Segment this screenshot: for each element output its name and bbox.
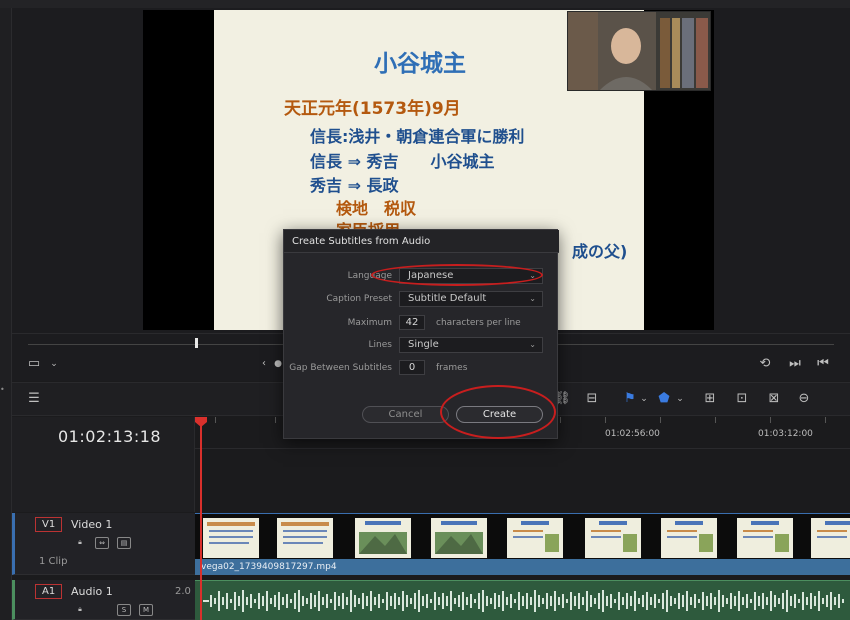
ruler-tick: [215, 417, 216, 423]
maximum-label: Maximum: [347, 318, 392, 328]
slide-line: 成の父): [572, 242, 628, 261]
chevron-down-icon: ⌄: [529, 271, 536, 280]
chevron-down-icon[interactable]: ⌄: [672, 391, 688, 407]
video-clip[interactable]: [195, 513, 850, 559]
ruler-tick: [715, 417, 716, 423]
rail-marker: •: [0, 385, 5, 394]
chevron-down-icon: ⌄: [529, 294, 536, 303]
video-clip-name[interactable]: vega02_1739409817297.mp4: [195, 559, 850, 575]
chevron-down-icon: ⌄: [529, 340, 536, 349]
track-header-audio: A1 Audio 1 2.0 🔒︎ S M: [12, 580, 195, 620]
zoom-detail-icon[interactable]: ⊡: [734, 391, 750, 407]
clip-thumbnail: [507, 518, 563, 558]
caption-preset-label: Caption Preset: [326, 294, 392, 304]
maximum-unit: characters per line: [436, 318, 521, 328]
zoom-full-icon[interactable]: ⊞: [702, 391, 718, 407]
track-id-a1[interactable]: A1: [35, 584, 63, 599]
lines-select[interactable]: Single ⌄: [399, 337, 543, 353]
playhead-line[interactable]: [200, 420, 202, 620]
language-value: Japanese: [408, 270, 454, 281]
ruler-label: 01:02:56:00: [605, 429, 660, 439]
caption-preset-select[interactable]: Subtitle Default ⌄: [399, 291, 543, 307]
clip-thumbnail: [811, 518, 850, 558]
ruler-tick: [275, 417, 276, 423]
track-lock-icon[interactable]: 🔒︎: [73, 537, 87, 549]
mute-button[interactable]: M: [139, 604, 153, 616]
zoom-custom-icon[interactable]: ⊠: [766, 391, 782, 407]
chevron-down-icon[interactable]: ⌄: [636, 391, 652, 407]
disable-video-icon[interactable]: ▤: [117, 537, 131, 549]
audio-clip[interactable]: [195, 580, 850, 620]
gap-label: Gap Between Subtitles: [289, 363, 392, 373]
caption-preset-value: Subtitle Default: [408, 293, 487, 304]
clip-thumbnail: [203, 518, 259, 558]
slide-line: 検地 税収: [336, 199, 417, 218]
davinci-resolve-window: • 小谷城主 天正元年(1573年)9月 信長:浅井・朝倉連合軍に勝利 信長 ⇒…: [0, 0, 850, 620]
clip-thumbnail: [431, 518, 487, 558]
lock-icon[interactable]: ⊟: [584, 391, 600, 407]
marker-icon[interactable]: ⬟: [656, 391, 672, 407]
ruler-tick: [770, 417, 771, 423]
track-header-video: V1 Video 1 🔒︎ ⇔ ▤ 1 Clip: [12, 513, 195, 575]
ruler-tick: [825, 417, 826, 423]
create-subtitles-dialog: Create Subtitles from Audio Language Jap…: [283, 229, 559, 439]
audio-level: 2.0: [175, 586, 191, 597]
empty-track-area: [195, 449, 850, 512]
create-button[interactable]: Create: [456, 406, 543, 423]
language-label: Language: [347, 271, 392, 281]
audio-waveform: [203, 590, 844, 612]
ruler-label: 01:03:12:00: [758, 429, 813, 439]
cancel-button[interactable]: Cancel: [362, 406, 449, 423]
slide-date: 天正元年(1573年)9月: [284, 99, 461, 119]
webcam-image: [568, 12, 710, 90]
track-name-audio[interactable]: Audio 1: [71, 585, 113, 598]
clip-thumbnail: [661, 518, 717, 558]
maximum-input[interactable]: 42: [399, 315, 425, 330]
language-select[interactable]: Japanese ⌄: [399, 268, 543, 284]
clip-thumbnail: [585, 518, 641, 558]
viewer-layout-icon[interactable]: ▭: [26, 356, 42, 372]
scrub-handle[interactable]: [195, 338, 198, 348]
next-frame-icon[interactable]: ⏭: [787, 356, 803, 372]
clip-thumbnail: [737, 518, 793, 558]
timecode-panel: 01:02:13:18: [12, 417, 195, 512]
clip-count: 1 Clip: [39, 556, 68, 567]
timeline-timecode[interactable]: 01:02:13:18: [58, 427, 161, 446]
lines-value: Single: [408, 339, 439, 350]
loop-icon[interactable]: ⟲: [757, 356, 773, 372]
ruler-tick: [605, 417, 606, 423]
left-rail: •: [0, 8, 12, 620]
clip-thumbnail: [277, 518, 333, 558]
gap-unit: frames: [436, 363, 468, 373]
slide-line: 秀吉 ⇒ 長政: [310, 176, 399, 195]
webcam-overlay: [567, 11, 711, 91]
timeline-options-icon[interactable]: ☰: [26, 391, 42, 407]
ruler-tick: [560, 417, 561, 423]
slide-line: 信長:浅井・朝倉連合軍に勝利: [310, 127, 525, 146]
auto-select-icon[interactable]: ⇔: [95, 537, 109, 549]
track-name-video[interactable]: Video 1: [71, 518, 112, 531]
solo-button[interactable]: S: [117, 604, 131, 616]
zoom-out-icon[interactable]: ⊖: [796, 391, 812, 407]
track-lock-icon[interactable]: 🔒︎: [73, 604, 87, 616]
slide-title: 小谷城主: [374, 51, 466, 77]
dialog-title: Create Subtitles from Audio: [284, 230, 559, 253]
gap-input[interactable]: 0: [399, 360, 425, 375]
clip-thumbnail: [355, 518, 411, 558]
lines-label: Lines: [368, 340, 392, 350]
ruler-tick: [660, 417, 661, 423]
track-id-v1[interactable]: V1: [35, 517, 63, 532]
chevron-down-icon[interactable]: ⌄: [46, 356, 62, 372]
slide-line: 信長 ⇒ 秀吉 小谷城主: [310, 152, 495, 171]
top-bar: [0, 0, 850, 8]
last-frame-icon[interactable]: ⏮: [815, 356, 831, 372]
